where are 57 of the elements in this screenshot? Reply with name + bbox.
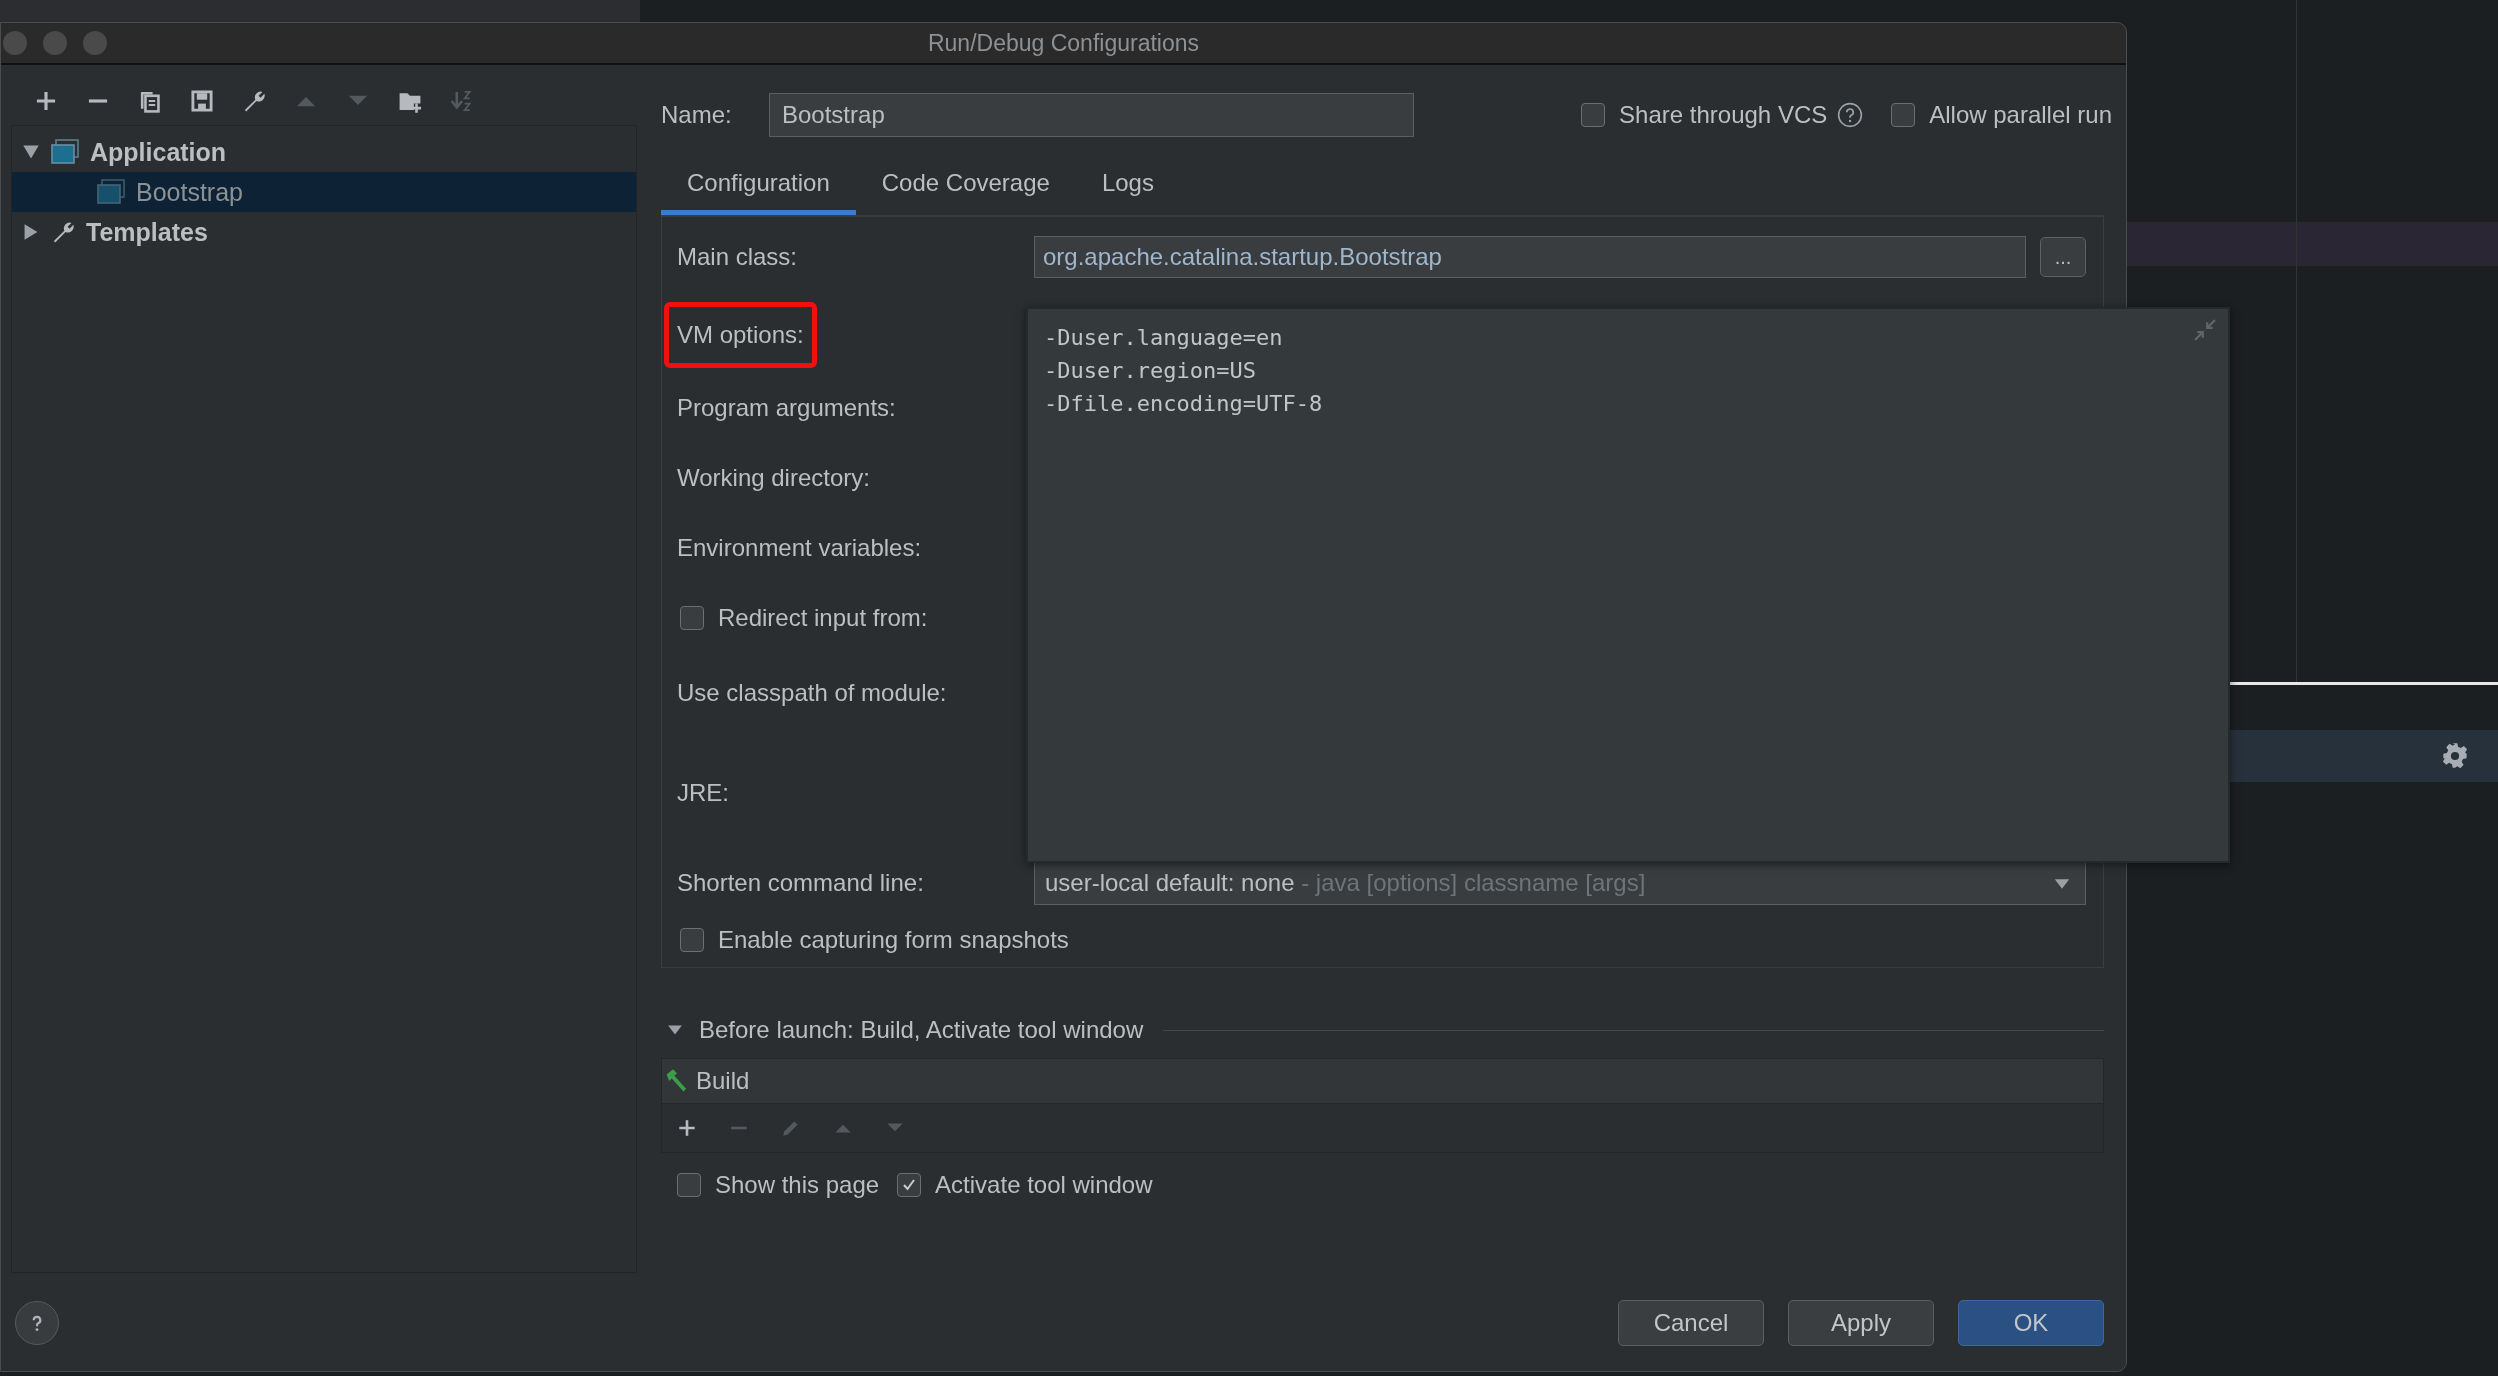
checkbox[interactable] bbox=[897, 1173, 922, 1197]
text-field[interactable]: org.apache.catalina.startup.Bootstrap bbox=[1034, 236, 2026, 278]
help-icon[interactable] bbox=[1837, 102, 1864, 128]
checkbox-label: Activate tool window bbox=[935, 1171, 1153, 1199]
vm-options-editor[interactable]: -Duser.language=en -Duser.region=US -Dfile.encoding=UTF-8 bbox=[1026, 307, 2230, 863]
add-icon[interactable] bbox=[676, 1117, 698, 1139]
checkbox[interactable] bbox=[677, 1173, 701, 1197]
checkbox-label: Share through VCS bbox=[1619, 101, 1828, 129]
caret-icon bbox=[2053, 878, 2071, 890]
close-button[interactable] bbox=[3, 31, 27, 55]
name-label: Name: bbox=[661, 101, 733, 129]
section-title: Before launch: Build, Activate tool window bbox=[699, 1016, 1144, 1044]
checkbox[interactable] bbox=[1581, 103, 1606, 127]
zoom-button[interactable] bbox=[83, 31, 107, 55]
check-icon bbox=[901, 1177, 918, 1193]
tab[interactable]: Configuration bbox=[661, 155, 856, 215]
checkbox-label: Allow parallel run bbox=[1929, 101, 2112, 129]
settings-icon[interactable] bbox=[2441, 742, 2469, 770]
field-label: Shorten command line: bbox=[676, 868, 925, 898]
application-icon bbox=[96, 179, 126, 205]
tree-item[interactable]: Application bbox=[12, 132, 636, 172]
field-label: Working directory: bbox=[676, 463, 871, 493]
dialog-button[interactable]: Cancel bbox=[1618, 1300, 1764, 1346]
checkbox[interactable] bbox=[1891, 103, 1916, 127]
name-field[interactable]: Bootstrap bbox=[769, 93, 1414, 137]
collapse-arrow-icon[interactable] bbox=[667, 1024, 683, 1036]
collapse-arrow-icon[interactable] bbox=[22, 143, 40, 161]
window-title: Run/Debug Configurations bbox=[927, 29, 1200, 57]
field-label: Program arguments: bbox=[676, 393, 897, 423]
field-label: Environment variables: bbox=[676, 533, 923, 563]
checkbox-label: Show this page bbox=[715, 1171, 880, 1199]
help-button[interactable] bbox=[15, 1301, 59, 1345]
dropdown[interactable]: user-local default: none - java [options] classname [args] bbox=[1034, 861, 2086, 905]
save-icon[interactable] bbox=[189, 88, 215, 114]
code-line: -Duser.region=US bbox=[1044, 357, 1256, 385]
field-label: Main class: bbox=[676, 242, 799, 272]
tab[interactable]: Code Coverage bbox=[855, 155, 1076, 215]
code-line: -Dfile.encoding=UTF-8 bbox=[1044, 390, 1323, 418]
dialog-button[interactable]: Apply bbox=[1788, 1300, 1934, 1346]
application-icon bbox=[50, 139, 80, 165]
checkbox-label: Redirect input from: bbox=[718, 604, 928, 632]
field-label: JRE: bbox=[676, 778, 730, 808]
tree-item[interactable]: Bootstrap bbox=[12, 172, 636, 212]
field-label: Use classpath of module: bbox=[676, 678, 948, 708]
browse-button[interactable]: ... bbox=[2040, 237, 2086, 277]
expand-arrow-icon[interactable] bbox=[22, 223, 40, 241]
tab[interactable]: Logs bbox=[1075, 155, 1180, 215]
task-row[interactable]: Build bbox=[662, 1059, 2103, 1104]
code-line: -Duser.language=en bbox=[1044, 324, 1283, 352]
collapse-icon[interactable] bbox=[2194, 319, 2216, 341]
dialog-button[interactable]: OK bbox=[1958, 1300, 2104, 1346]
minimize-button[interactable] bbox=[43, 31, 67, 55]
checkbox-label: Enable capturing form snapshots bbox=[718, 926, 1069, 954]
field-label: VM options: bbox=[664, 302, 817, 368]
checkbox[interactable] bbox=[680, 928, 704, 952]
tree-item[interactable]: Templates bbox=[12, 212, 636, 252]
checkbox[interactable] bbox=[680, 606, 704, 630]
